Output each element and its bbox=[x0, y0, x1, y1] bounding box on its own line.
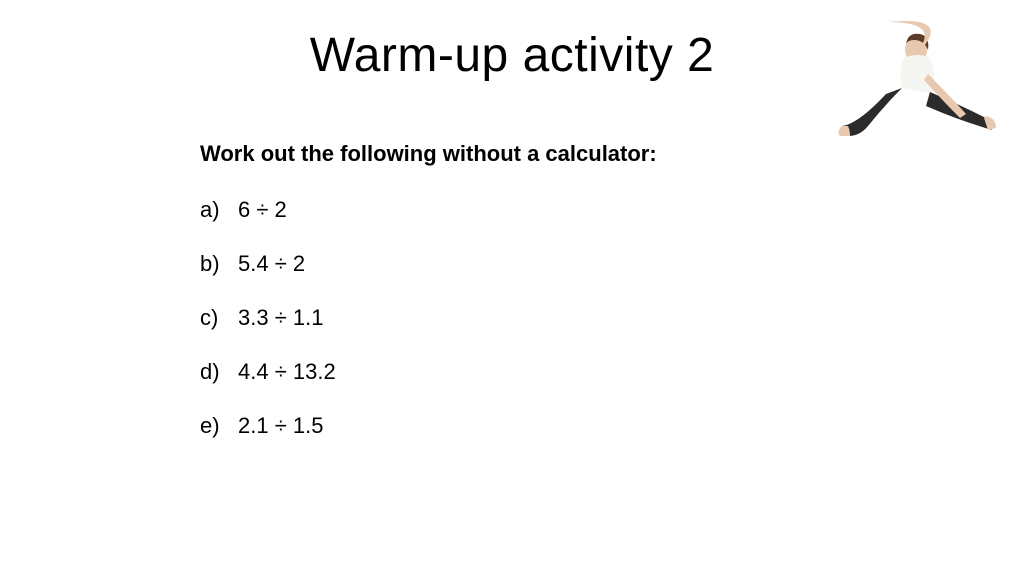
problem-label: b) bbox=[200, 251, 238, 277]
content-block: Work out the following without a calcula… bbox=[200, 141, 1024, 439]
problem-label: a) bbox=[200, 197, 238, 223]
list-item: c) 3.3 ÷ 1.1 bbox=[200, 305, 1024, 331]
problem-label: d) bbox=[200, 359, 238, 385]
list-item: d) 4.4 ÷ 13.2 bbox=[200, 359, 1024, 385]
problem-expression: 5.4 ÷ 2 bbox=[238, 251, 305, 277]
stretching-person-illustration bbox=[798, 8, 998, 148]
list-item: a) 6 ÷ 2 bbox=[200, 197, 1024, 223]
list-item: b) 5.4 ÷ 2 bbox=[200, 251, 1024, 277]
problem-list: a) 6 ÷ 2 b) 5.4 ÷ 2 c) 3.3 ÷ 1.1 d) 4.4 … bbox=[200, 197, 1024, 439]
problem-expression: 3.3 ÷ 1.1 bbox=[238, 305, 323, 331]
problem-expression: 6 ÷ 2 bbox=[238, 197, 287, 223]
problem-label: e) bbox=[200, 413, 238, 439]
problem-label: c) bbox=[200, 305, 238, 331]
problem-expression: 4.4 ÷ 13.2 bbox=[238, 359, 336, 385]
problem-expression: 2.1 ÷ 1.5 bbox=[238, 413, 323, 439]
list-item: e) 2.1 ÷ 1.5 bbox=[200, 413, 1024, 439]
